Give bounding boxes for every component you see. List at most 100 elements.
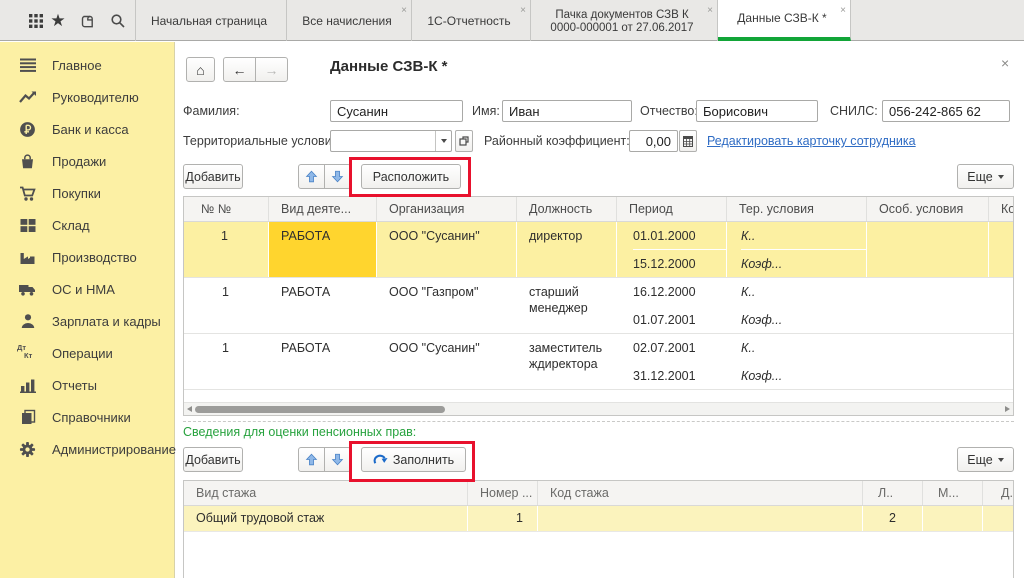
truck-icon <box>17 280 38 298</box>
sidebar-item-reports[interactable]: Отчеты <box>0 369 174 401</box>
add-button-pension[interactable]: Добавить <box>183 447 243 472</box>
lastname-label: Фамилия: <box>183 104 240 118</box>
column-header[interactable]: М... <box>923 481 983 505</box>
table-row[interactable]: 1 РАБОТА ООО "Газпром" старший менеджер … <box>184 278 1013 334</box>
column-header[interactable]: Вид стажа <box>184 481 468 505</box>
column-header[interactable]: Особ. условия <box>867 197 989 221</box>
table-row[interactable]: Общий трудовой стаж 1 2 <box>184 506 1013 532</box>
arrow-down-icon <box>331 170 344 183</box>
move-up-button-pension[interactable] <box>298 447 325 472</box>
column-header[interactable]: Д.. <box>983 481 1013 505</box>
sidebar-item-fixed-assets[interactable]: ОС и НМА <box>0 273 174 305</box>
column-header[interactable]: Номер ... <box>468 481 538 505</box>
cart-icon <box>17 184 38 202</box>
column-header[interactable]: Код <box>989 197 1013 221</box>
snils-field[interactable] <box>882 100 1010 122</box>
move-down-button-pension[interactable] <box>324 447 351 472</box>
column-header[interactable]: Период <box>617 197 727 221</box>
dashed-separator <box>183 421 1014 422</box>
home-icon: ⌂ <box>196 62 204 78</box>
table-header-row: Вид стажа Номер ... Код стажа Л.. М... Д… <box>184 481 1013 506</box>
chevron-down-icon[interactable] <box>435 131 451 151</box>
tab-close-icon[interactable]: × <box>401 4 407 17</box>
firstname-field[interactable] <box>502 100 632 122</box>
sidebar-item-manager[interactable]: Руководителю <box>0 81 174 113</box>
tab-szvk-data[interactable]: Данные СЗВ-К * × <box>718 0 851 41</box>
table-row[interactable]: 1 РАБОТА ООО "Сусанин" заместитель ждире… <box>184 334 1013 390</box>
sidebar-item-salary-hr[interactable]: Зарплата и кадры <box>0 305 174 337</box>
active-cell[interactable]: РАБОТА <box>269 222 377 277</box>
tab-document-pack[interactable]: Пачка документов СЗВ К 0000-000001 от 27… <box>531 0 718 41</box>
sidebar-item-directories[interactable]: Справочники <box>0 401 174 433</box>
district-coefficient-field[interactable] <box>629 130 678 152</box>
middlename-field[interactable] <box>696 100 818 122</box>
tab-all-accruals[interactable]: Все начисления × <box>287 0 412 41</box>
favorites-star-icon[interactable]: ★ <box>48 11 68 31</box>
pension-section-title: Сведения для оценки пенсионных прав: <box>183 425 416 439</box>
sidebar-item-main[interactable]: Главное <box>0 49 174 81</box>
add-button[interactable]: Добавить <box>183 164 243 189</box>
tab-1c-reporting[interactable]: 1С-Отчетность × <box>412 0 531 41</box>
column-header[interactable]: Тер. условия <box>727 197 867 221</box>
sidebar-item-label: Продажи <box>52 154 106 169</box>
move-up-button[interactable] <box>298 164 325 189</box>
scrollbar-thumb[interactable] <box>195 406 445 413</box>
close-icon[interactable]: × <box>1001 55 1009 71</box>
chevron-down-icon <box>998 458 1004 462</box>
search-icon[interactable] <box>108 11 128 31</box>
menu-grid-icon[interactable] <box>26 11 46 31</box>
history-scroll-icon[interactable] <box>76 11 96 31</box>
sidebar-item-purchases[interactable]: Покупки <box>0 177 174 209</box>
sidebar-item-production[interactable]: Производство <box>0 241 174 273</box>
sidebar-item-label: Банк и касса <box>52 122 129 137</box>
tab-label: Все начисления <box>302 15 392 28</box>
territorial-combobox[interactable] <box>330 130 452 152</box>
more-button-top[interactable]: Еще <box>957 164 1014 189</box>
column-header[interactable]: Вид деяте... <box>269 197 377 221</box>
tab-label: Данные СЗВ-К * <box>737 12 826 25</box>
lastname-field[interactable] <box>330 100 463 122</box>
sidebar-item-label: Руководителю <box>52 90 139 105</box>
arrow-down-icon <box>331 453 344 466</box>
table-row[interactable]: 1 РАБОТА ООО "Сусанин" директор 01.01.20… <box>184 222 1013 278</box>
back-button[interactable]: ← <box>223 57 256 82</box>
sidebar-item-bank-cash[interactable]: Банк и касса <box>0 113 174 145</box>
column-header[interactable]: Код стажа <box>538 481 863 505</box>
arrow-up-icon <box>305 453 318 466</box>
territorial-label: Территориальные условия: <box>183 134 342 148</box>
forward-arrow-icon: → <box>265 62 279 78</box>
gear-icon <box>17 440 38 458</box>
territorial-open-button[interactable] <box>455 130 473 152</box>
bag-icon <box>17 152 38 170</box>
forward-button[interactable]: → <box>255 57 288 82</box>
edit-employee-card-link[interactable]: Редактировать карточку сотрудника <box>707 134 916 148</box>
fill-button-label: Заполнить <box>393 453 454 467</box>
scroll-right-icon[interactable] <box>1005 406 1010 412</box>
more-button-bottom[interactable]: Еще <box>957 447 1014 472</box>
move-down-button[interactable] <box>324 164 351 189</box>
sidebar-item-administration[interactable]: Администрирование <box>0 433 174 465</box>
chevron-down-icon <box>998 175 1004 179</box>
column-header[interactable]: Л.. <box>863 481 923 505</box>
arrange-button[interactable]: Расположить <box>361 164 461 189</box>
tab-close-icon[interactable]: × <box>520 4 526 17</box>
column-header[interactable]: Организация <box>377 197 517 221</box>
calculator-button[interactable] <box>679 130 697 152</box>
sidebar-item-sales[interactable]: Продажи <box>0 145 174 177</box>
tab-close-icon[interactable]: × <box>840 4 846 17</box>
open-form-icon <box>459 136 469 146</box>
scroll-left-icon[interactable] <box>187 406 192 412</box>
column-header[interactable]: Должность <box>517 197 617 221</box>
sidebar-item-warehouse[interactable]: Склад <box>0 209 174 241</box>
column-header[interactable]: № № <box>184 197 269 221</box>
sidebar-item-operations[interactable]: Дт Кт Операции <box>0 337 174 369</box>
horizontal-scrollbar[interactable] <box>184 402 1013 415</box>
sidebar-item-label: Склад <box>52 218 90 233</box>
arrange-button-label: Расположить <box>373 170 449 184</box>
fill-button[interactable]: Заполнить <box>361 447 466 472</box>
tab-home[interactable]: Начальная страница <box>135 0 287 41</box>
tab-close-icon[interactable]: × <box>707 4 713 17</box>
home-button[interactable]: ⌂ <box>186 57 215 82</box>
add-button-label: Добавить <box>185 453 240 467</box>
back-arrow-icon: ← <box>233 62 247 78</box>
